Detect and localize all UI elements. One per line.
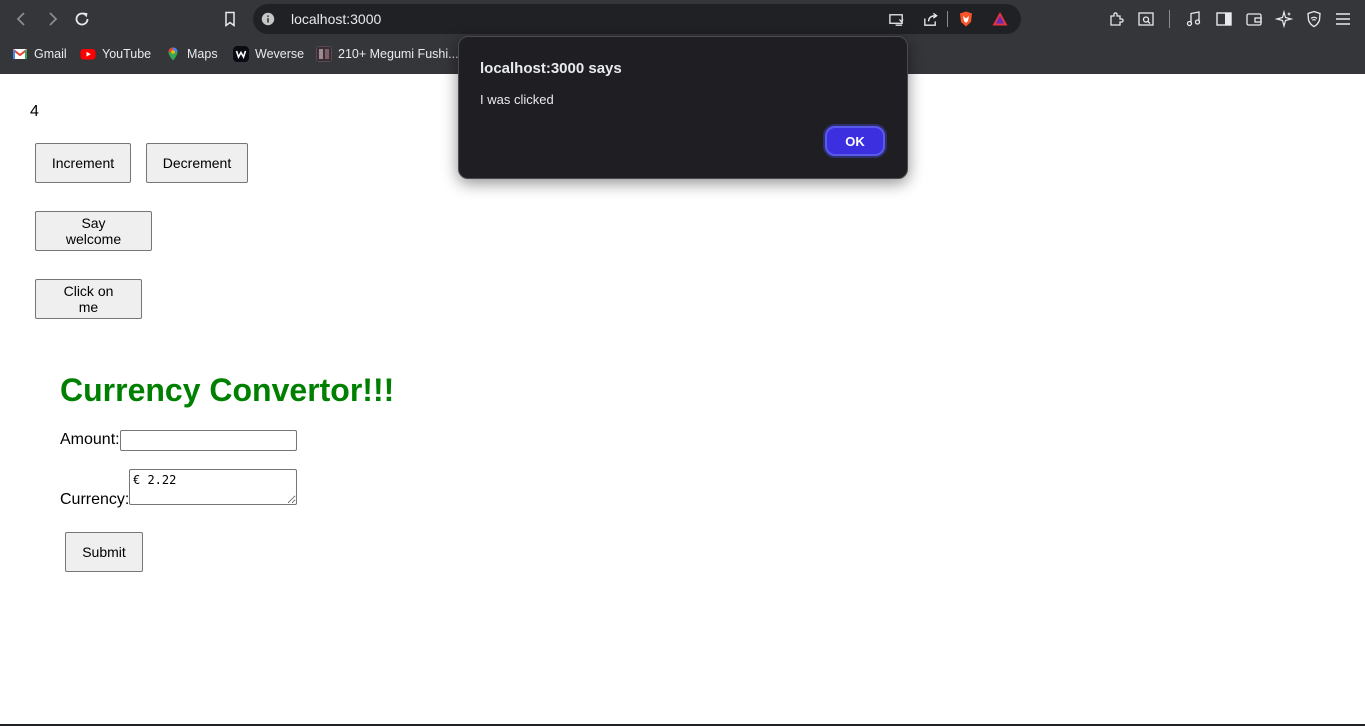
bookmark-label: YouTube — [102, 47, 152, 61]
sidebar-icon[interactable] — [1213, 8, 1235, 30]
bookmark-label: Weverse — [255, 47, 305, 61]
info-icon[interactable] — [259, 10, 277, 28]
reload-icon[interactable] — [70, 7, 94, 31]
bookmark-youtube[interactable]: YouTube — [80, 45, 151, 63]
ok-button[interactable]: OK — [823, 124, 887, 158]
bookmark-label: Maps — [187, 47, 218, 61]
browser-toolbar: localhost:3000 — [0, 0, 1365, 38]
say-welcome-button[interactable]: Say welcome — [35, 211, 152, 251]
url-text[interactable]: localhost:3000 — [291, 11, 381, 27]
gmail-icon — [12, 46, 28, 62]
extensions-icon[interactable] — [1106, 8, 1128, 30]
alert-dialog: localhost:3000 says I was clicked OK — [458, 36, 908, 179]
toolbar-separator — [1169, 10, 1170, 28]
menu-icon[interactable] — [1332, 8, 1354, 30]
media-icon[interactable] — [1183, 8, 1205, 30]
bookmark-megumi[interactable]: 210+ Megumi Fushi... — [316, 45, 459, 63]
leo-ai-icon[interactable] — [1273, 8, 1295, 30]
bookmark-gmail[interactable]: Gmail — [12, 45, 67, 63]
address-bar[interactable]: localhost:3000 — [253, 4, 1021, 34]
amount-input[interactable] — [120, 430, 297, 451]
amount-label: Amount: — [60, 431, 120, 448]
decrement-button[interactable]: Decrement — [146, 143, 248, 183]
vpn-icon[interactable] — [1303, 8, 1325, 30]
bookmark-label: Gmail — [34, 47, 67, 61]
submit-button[interactable]: Submit — [65, 532, 143, 572]
page-title: Currency Convertor!!! — [60, 372, 395, 408]
currency-textarea[interactable]: € 2.22 — [129, 469, 297, 505]
bookmark-weverse[interactable]: Weverse — [233, 45, 304, 63]
brave-shield-icon[interactable] — [957, 10, 975, 28]
dialog-title: localhost:3000 says — [480, 60, 622, 77]
share-icon[interactable] — [921, 10, 939, 28]
bookmark-maps[interactable]: Maps — [165, 45, 218, 63]
wallet-icon[interactable] — [1243, 8, 1265, 30]
weverse-icon — [233, 46, 249, 62]
cast-icon[interactable] — [887, 10, 905, 28]
youtube-icon — [80, 46, 96, 62]
counter-value: 4 — [30, 103, 39, 120]
search-tab-icon[interactable] — [1135, 8, 1157, 30]
omnibox-separator — [947, 11, 948, 27]
click-on-me-button[interactable]: Click on me — [35, 279, 142, 319]
bookmark-label: 210+ Megumi Fushi... — [338, 47, 459, 61]
forward-icon[interactable] — [40, 7, 64, 31]
back-icon[interactable] — [10, 7, 34, 31]
currency-label: Currency: — [60, 491, 130, 508]
brave-rewards-icon[interactable] — [991, 10, 1009, 28]
increment-button[interactable]: Increment — [35, 143, 131, 183]
maps-icon — [165, 46, 181, 62]
dialog-message: I was clicked — [480, 92, 554, 107]
bookmark-thumbnail-icon — [316, 46, 332, 62]
bookmark-star-icon[interactable] — [218, 7, 242, 31]
